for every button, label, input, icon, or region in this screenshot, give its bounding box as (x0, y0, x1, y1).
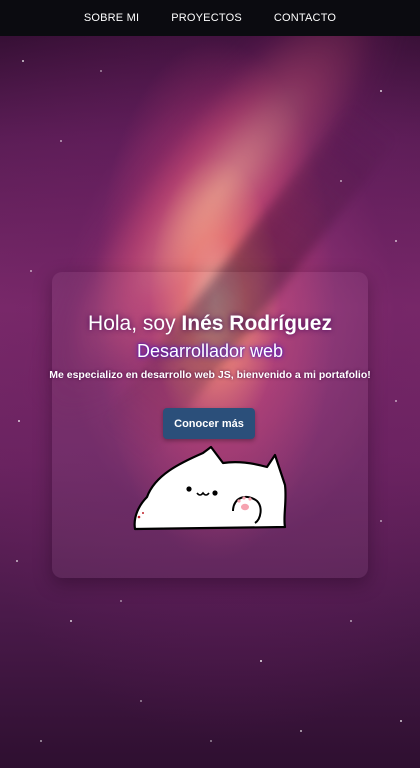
hero-name: Inés Rodríguez (181, 312, 332, 335)
nav-link-proyectos[interactable]: PROYECTOS (171, 12, 242, 24)
cat-mark (137, 515, 141, 519)
page: SOBRE MI PROYECTOS CONTACTO Hola, soy In… (0, 0, 420, 768)
nav-link-contacto[interactable]: CONTACTO (274, 12, 336, 24)
hero-title: Hola, soy Inés Rodríguez (0, 312, 420, 336)
hero-subtitle: Desarrollador web (136, 341, 284, 361)
cat-left-eye (186, 486, 192, 492)
cat-toe-pad (248, 497, 252, 501)
cat-toe-pad (242, 496, 246, 500)
hero-greeting: Hola, soy (88, 312, 176, 335)
cat-paw-pad (241, 503, 249, 511)
cat-toe-pad (237, 499, 241, 503)
nav-link-sobre-mi[interactable]: SOBRE MI (84, 12, 139, 24)
cat-body (133, 445, 287, 531)
hero-description: Me especializo en desarrollo web JS, bie… (49, 369, 371, 381)
bongo-cat-illustration (133, 445, 287, 531)
top-nav: SOBRE MI PROYECTOS CONTACTO (0, 0, 420, 36)
cat-right-eye (212, 490, 218, 496)
cat-mark (142, 512, 144, 514)
conocer-mas-button[interactable]: Conocer más (163, 408, 255, 439)
